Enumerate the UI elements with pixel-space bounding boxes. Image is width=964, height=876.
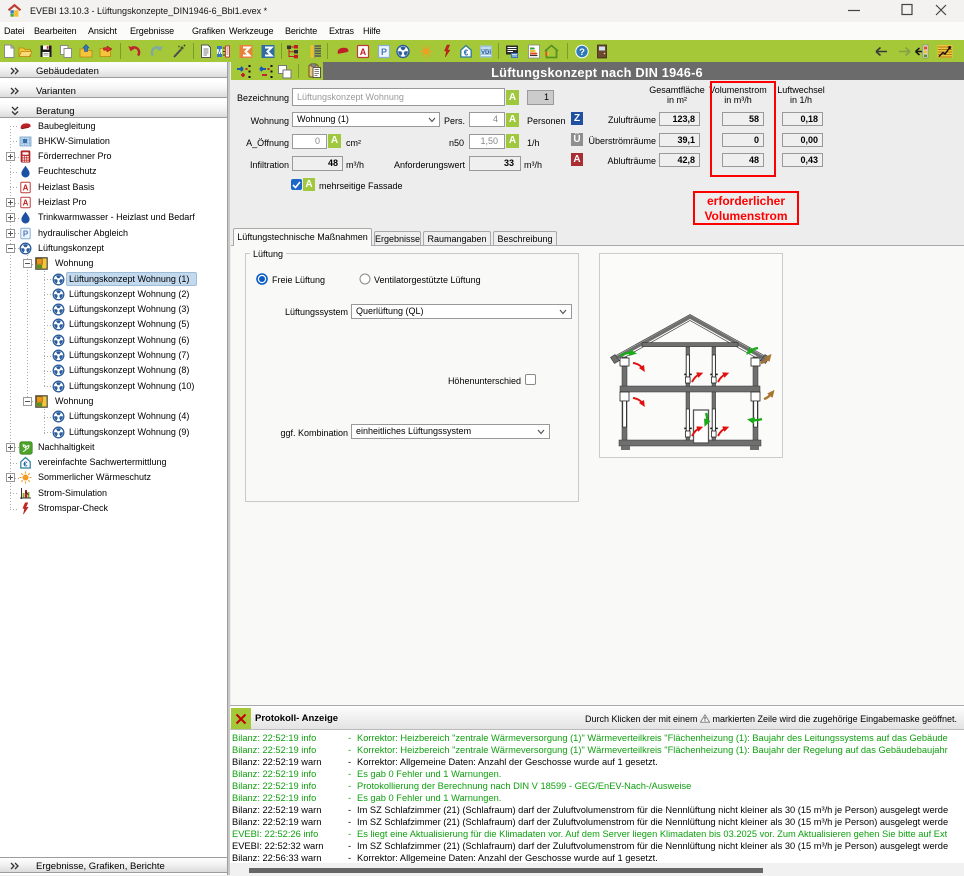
svg-text:M: M — [217, 49, 223, 56]
svg-text:A: A — [360, 47, 367, 57]
svg-text:P: P — [23, 229, 29, 238]
svg-text:?: ? — [579, 47, 585, 58]
svg-text:A: A — [23, 199, 29, 208]
svg-text:A: A — [23, 183, 29, 192]
svg-text:VDI: VDI — [481, 50, 491, 56]
svg-text:€: € — [464, 48, 469, 57]
svg-text:P: P — [381, 47, 387, 57]
